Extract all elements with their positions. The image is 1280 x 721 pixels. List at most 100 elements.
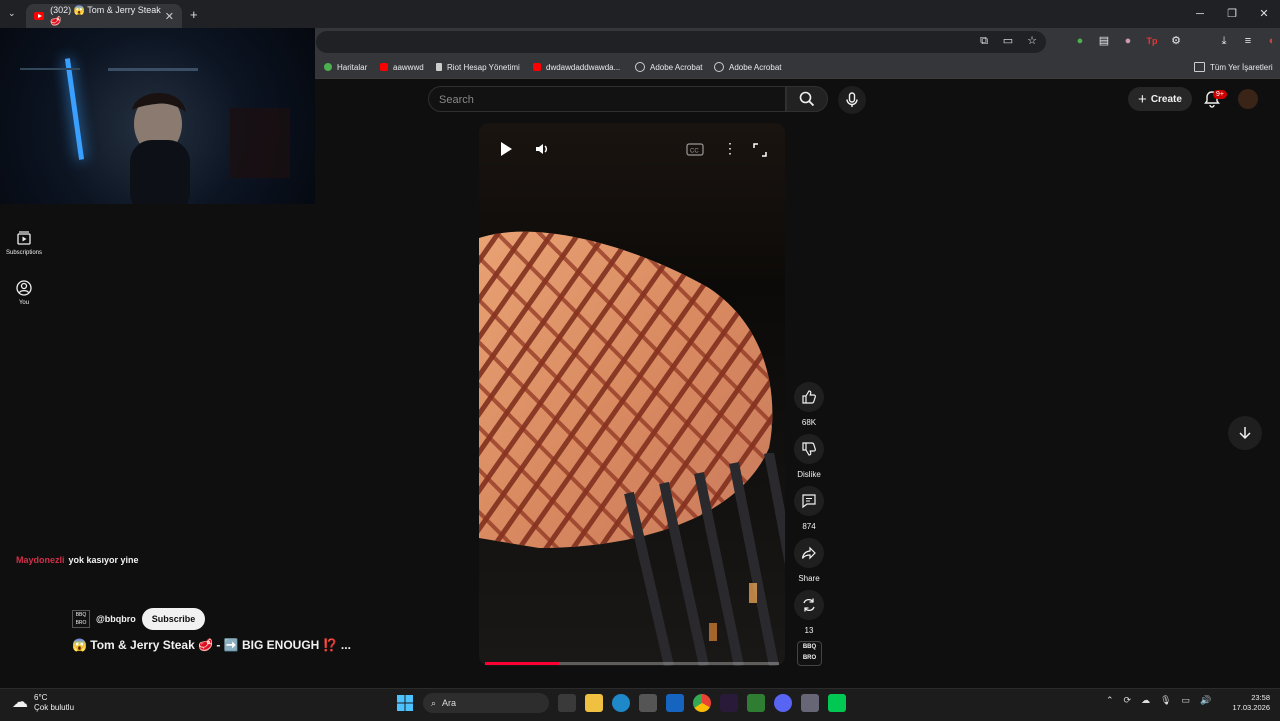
weather-widget[interactable]: ☁ 6°C Çok bulutlu [12, 693, 74, 713]
video-progress-fill [485, 662, 559, 665]
maximize-icon[interactable]: ❐ [1216, 0, 1248, 28]
app-icon[interactable] [828, 694, 846, 712]
sync-icon[interactable]: ⟳ [1124, 695, 1132, 706]
taskbar-search[interactable]: ⌕ Ara [423, 693, 549, 713]
chrome-icon[interactable] [693, 694, 711, 712]
user-icon [16, 280, 32, 296]
video-title[interactable]: 😱 Tom & Jerry Steak 🥩 - ➡️ BIG ENOUGH ⁉️… [72, 638, 351, 652]
fullscreen-icon[interactable] [753, 143, 767, 157]
share-icon [801, 546, 816, 560]
download-icon[interactable]: ⤓ [1216, 32, 1232, 50]
sidebar-item-subscriptions[interactable]: Subscriptions [0, 230, 48, 256]
thumbs-up-icon [802, 390, 816, 404]
bookmark-item[interactable]: Adobe Acrobat [635, 56, 702, 78]
bookmark-item[interactable]: aawwwd [380, 56, 424, 78]
tab-list-chevron-icon[interactable]: ⌄ [8, 8, 16, 19]
discord-icon[interactable] [774, 694, 792, 712]
chat-text: yok kasıyor yine [68, 555, 139, 565]
comment-icon [802, 494, 816, 509]
thumbs-down-icon [802, 442, 816, 456]
channel-thumbnail[interactable]: BBQ BRO [797, 641, 822, 666]
tab-close-icon[interactable]: ✕ [165, 10, 174, 23]
grill-grates [624, 453, 785, 666]
riot-icon [436, 63, 442, 71]
remix-button[interactable]: 13 [794, 590, 824, 635]
app-icon[interactable] [747, 694, 765, 712]
extension-icon[interactable]: ▤ [1096, 32, 1112, 50]
premiere-icon[interactable] [720, 694, 738, 712]
streamer-person [130, 93, 190, 204]
youtube-icon [380, 63, 388, 71]
like-button[interactable]: 68K [794, 382, 824, 427]
app-icon[interactable] [801, 694, 819, 712]
browser-tab[interactable]: (302) 😱 Tom & Jerry Steak 🥩 ✕ [26, 4, 182, 28]
chat-username: Maydonezli [16, 555, 65, 565]
globe-icon [714, 62, 724, 72]
bookmark-item[interactable]: dwdawdaddwawda... [533, 56, 620, 78]
channel-handle[interactable]: @bbqbro [96, 614, 136, 624]
captions-icon[interactable]: CC [686, 143, 704, 156]
cast-icon[interactable]: ▭ [1000, 32, 1016, 50]
bookmark-star-icon[interactable]: ☆ [1024, 32, 1040, 50]
window-controls: ─ ❐ ✕ [1184, 0, 1280, 28]
edge-icon[interactable] [612, 694, 630, 712]
display-icon[interactable]: ▭ [1182, 695, 1191, 706]
bookmark-item[interactable]: Adobe Acrobat [714, 56, 781, 78]
channel-avatar[interactable]: BBQ BRO [72, 610, 90, 628]
subscriptions-icon [17, 231, 31, 245]
extension-green-icon[interactable]: ● [1072, 32, 1088, 50]
voice-search-button[interactable] [838, 86, 866, 114]
volume-icon[interactable]: 🔊 [1200, 695, 1211, 706]
address-bar[interactable] [316, 31, 1046, 53]
task-view-icon[interactable] [558, 694, 576, 712]
search-icon: ⌕ [431, 697, 437, 708]
folder-icon [1194, 62, 1205, 72]
stream-chat-message: Maydonezli yok kasıyor yine [16, 555, 139, 565]
onedrive-icon[interactable]: ☁ [1141, 695, 1150, 706]
minimize-icon[interactable]: ─ [1184, 0, 1216, 28]
search-button[interactable] [786, 86, 828, 112]
notification-badge: 9+ [1213, 90, 1227, 99]
extension-round-icon[interactable]: ● [1120, 32, 1136, 50]
avatar[interactable] [1238, 89, 1258, 109]
media-queue-icon[interactable]: ≡ [1240, 32, 1256, 50]
shorts-video-player[interactable]: CC ⋮ [479, 123, 785, 666]
volume-icon[interactable] [534, 141, 550, 157]
bookmark-item[interactable]: Riot Hesap Yönetimi [436, 56, 520, 78]
next-video-button[interactable] [1228, 416, 1262, 450]
new-tab-plus-icon[interactable]: + [190, 7, 198, 22]
cloud-icon: ☁ [12, 694, 28, 711]
dislike-button[interactable]: Dislike [794, 434, 824, 479]
globe-icon [635, 62, 645, 72]
close-window-icon[interactable]: ✕ [1248, 0, 1280, 28]
chevron-up-icon[interactable]: ⌃ [1106, 695, 1114, 706]
shelf [20, 68, 80, 96]
chair [230, 108, 290, 178]
remix-icon [803, 598, 815, 612]
windows-start-icon[interactable] [396, 694, 414, 712]
outlook-icon[interactable] [666, 694, 684, 712]
translate-icon[interactable]: ⧉ [976, 32, 992, 50]
microphone-icon[interactable]: 🎙 [1160, 695, 1171, 706]
search-input[interactable]: Search [428, 86, 786, 112]
file-explorer-icon[interactable] [585, 694, 603, 712]
shelf [108, 68, 198, 71]
all-bookmarks-folder[interactable]: Tüm Yer İşaretleri [1194, 56, 1273, 78]
share-button[interactable]: Share [794, 538, 824, 583]
store-icon[interactable] [639, 694, 657, 712]
taskbar-clock[interactable]: 23:58 17.03.2026 [1224, 693, 1270, 713]
bookmark-item[interactable]: Haritalar [324, 56, 367, 78]
more-options-icon[interactable]: ⋮ [723, 140, 737, 157]
sidebar-item-you[interactable]: You [0, 280, 48, 306]
subscribe-button[interactable]: Subscribe [141, 608, 206, 630]
maps-pin-icon [324, 63, 332, 71]
extension-tp-icon[interactable]: Tp [1144, 32, 1160, 50]
comments-button[interactable]: 874 [794, 486, 824, 531]
tab-title: (302) 😱 Tom & Jerry Steak 🥩 [50, 5, 161, 26]
play-icon[interactable] [499, 141, 513, 157]
create-button[interactable]: + Create [1128, 87, 1192, 111]
arrow-down-icon [1239, 427, 1251, 440]
profile-icon[interactable]: ◐ [1264, 32, 1280, 50]
puzzle-icon[interactable]: ⚙ [1168, 32, 1184, 50]
webcam-overlay [0, 28, 315, 204]
